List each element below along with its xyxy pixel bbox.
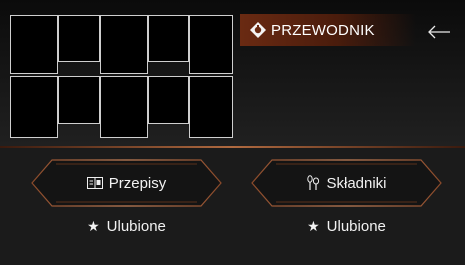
favorites-label: Ulubione [326, 217, 386, 235]
thumbnail[interactable] [189, 15, 233, 74]
ingredients-button[interactable]: Składniki [250, 158, 443, 208]
recipes-label: Przepisy [108, 174, 167, 192]
ingredients-label: Składniki [326, 174, 387, 192]
thumbnail[interactable] [100, 76, 148, 138]
thumbnail[interactable] [100, 15, 148, 74]
thumbnail[interactable] [148, 15, 189, 62]
thumbnail-gallery: PRZEWODNIK [0, 0, 465, 146]
star-icon: ★ [307, 217, 320, 234]
recipes-button[interactable]: Przepisy [30, 158, 223, 208]
screen: PRZEWODNIK Przepisy Składniki ★ Ulubione… [0, 0, 465, 265]
arrow-left-icon [428, 25, 450, 39]
ingredients-icon [307, 175, 320, 190]
recipe-book-icon [86, 177, 103, 189]
thumbnail[interactable] [189, 76, 233, 138]
thumbnail[interactable] [148, 76, 189, 124]
favorites-label: Ulubione [106, 217, 166, 235]
thumbnail[interactable] [10, 15, 58, 74]
guide-tab[interactable]: PRZEWODNIK [240, 14, 416, 46]
guide-label: PRZEWODNIK [271, 21, 375, 39]
thumbnail[interactable] [58, 76, 100, 124]
thumbnail[interactable] [10, 76, 58, 138]
favorites-recipes-link[interactable]: ★ Ulubione [30, 214, 223, 238]
thumbnail[interactable] [58, 15, 100, 62]
star-icon: ★ [87, 217, 100, 234]
diamond-badge-icon [250, 22, 266, 38]
favorites-ingredients-link[interactable]: ★ Ulubione [250, 214, 443, 238]
back-button[interactable] [426, 22, 452, 42]
